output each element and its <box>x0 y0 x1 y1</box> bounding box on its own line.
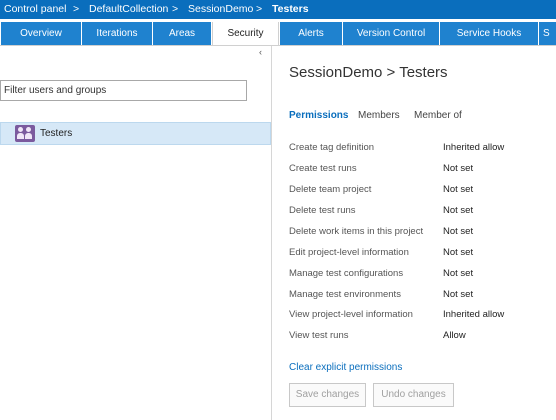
permission-row: View project-level information Inherited… <box>289 309 549 325</box>
permission-row: Create test runs Not set <box>289 163 549 179</box>
permission-row: Delete test runs Not set <box>289 205 549 221</box>
group-label: Testers <box>40 128 73 139</box>
permission-value[interactable]: Not set <box>443 205 473 216</box>
group-icon <box>15 125 35 142</box>
permission-name: Edit project-level information <box>289 247 409 258</box>
tab-overview[interactable]: Overview <box>1 22 81 45</box>
permission-row: Edit project-level information Not set <box>289 247 549 263</box>
permission-value[interactable]: Not set <box>443 226 473 237</box>
permission-name: Delete test runs <box>289 205 356 216</box>
subtab-member-of[interactable]: Member of <box>414 110 462 121</box>
tab-overflow[interactable]: S <box>539 22 556 45</box>
breadcrumb-current: Testers <box>272 3 309 15</box>
permission-name: View test runs <box>289 330 349 341</box>
permission-name: Delete work items in this project <box>289 226 424 237</box>
permission-name: Create test runs <box>289 163 357 174</box>
permission-value[interactable]: Not set <box>443 247 473 258</box>
breadcrumb-separator: > <box>256 3 263 15</box>
subtab-permissions[interactable]: Permissions <box>289 110 348 121</box>
permissions-pane: SessionDemo > Testers Permissions Member… <box>273 46 556 420</box>
group-item-testers[interactable]: Testers <box>0 122 271 145</box>
tab-version-control[interactable]: Version Control <box>343 22 439 45</box>
permission-name: View project-level information <box>289 309 413 320</box>
permission-row: Delete team project Not set <box>289 184 549 200</box>
breadcrumb-project[interactable]: SessionDemo <box>188 3 253 15</box>
permission-row: Delete work items in this project Not se… <box>289 226 549 242</box>
save-changes-button[interactable]: Save changes <box>289 383 366 407</box>
undo-changes-button[interactable]: Undo changes <box>373 383 454 407</box>
clear-explicit-permissions-link[interactable]: Clear explicit permissions <box>289 362 402 373</box>
permission-row: Manage test configurations Not set <box>289 268 549 284</box>
permission-name: Manage test environments <box>289 289 401 300</box>
breadcrumb-separator: > <box>172 3 179 15</box>
breadcrumb-collection[interactable]: DefaultCollection <box>89 3 168 15</box>
collapse-pane-icon[interactable]: ‹ <box>259 47 262 57</box>
breadcrumb-bar: Control panel > DefaultCollection > Sess… <box>0 0 556 19</box>
permission-name: Delete team project <box>289 184 372 195</box>
users-groups-pane: ‹ Testers <box>0 46 272 420</box>
permission-value[interactable]: Allow <box>443 330 466 341</box>
tab-security[interactable]: Security <box>212 22 279 45</box>
permission-row: Create tag definition Inherited allow <box>289 142 549 158</box>
permission-value[interactable]: Not set <box>443 268 473 279</box>
permission-value[interactable]: Not set <box>443 289 473 300</box>
permission-value[interactable]: Not set <box>443 163 473 174</box>
tab-service-hooks[interactable]: Service Hooks <box>440 22 538 45</box>
page-title: SessionDemo > Testers <box>289 64 448 81</box>
admin-tab-bar: Overview Iterations Areas Security Alert… <box>0 19 556 46</box>
tab-areas[interactable]: Areas <box>153 22 211 45</box>
permission-value[interactable]: Inherited allow <box>443 142 504 153</box>
filter-users-input[interactable] <box>0 80 247 101</box>
breadcrumb-separator: > <box>73 3 80 15</box>
tab-alerts[interactable]: Alerts <box>280 22 342 45</box>
permission-value[interactable]: Inherited allow <box>443 309 504 320</box>
permission-row: View test runs Allow <box>289 330 549 346</box>
breadcrumb-control-panel[interactable]: Control panel <box>4 3 66 15</box>
subtab-members[interactable]: Members <box>358 110 400 121</box>
permission-row: Manage test environments Not set <box>289 289 549 305</box>
permission-name: Manage test configurations <box>289 268 404 279</box>
tab-iterations[interactable]: Iterations <box>82 22 152 45</box>
permission-value[interactable]: Not set <box>443 184 473 195</box>
permission-name: Create tag definition <box>289 142 375 153</box>
